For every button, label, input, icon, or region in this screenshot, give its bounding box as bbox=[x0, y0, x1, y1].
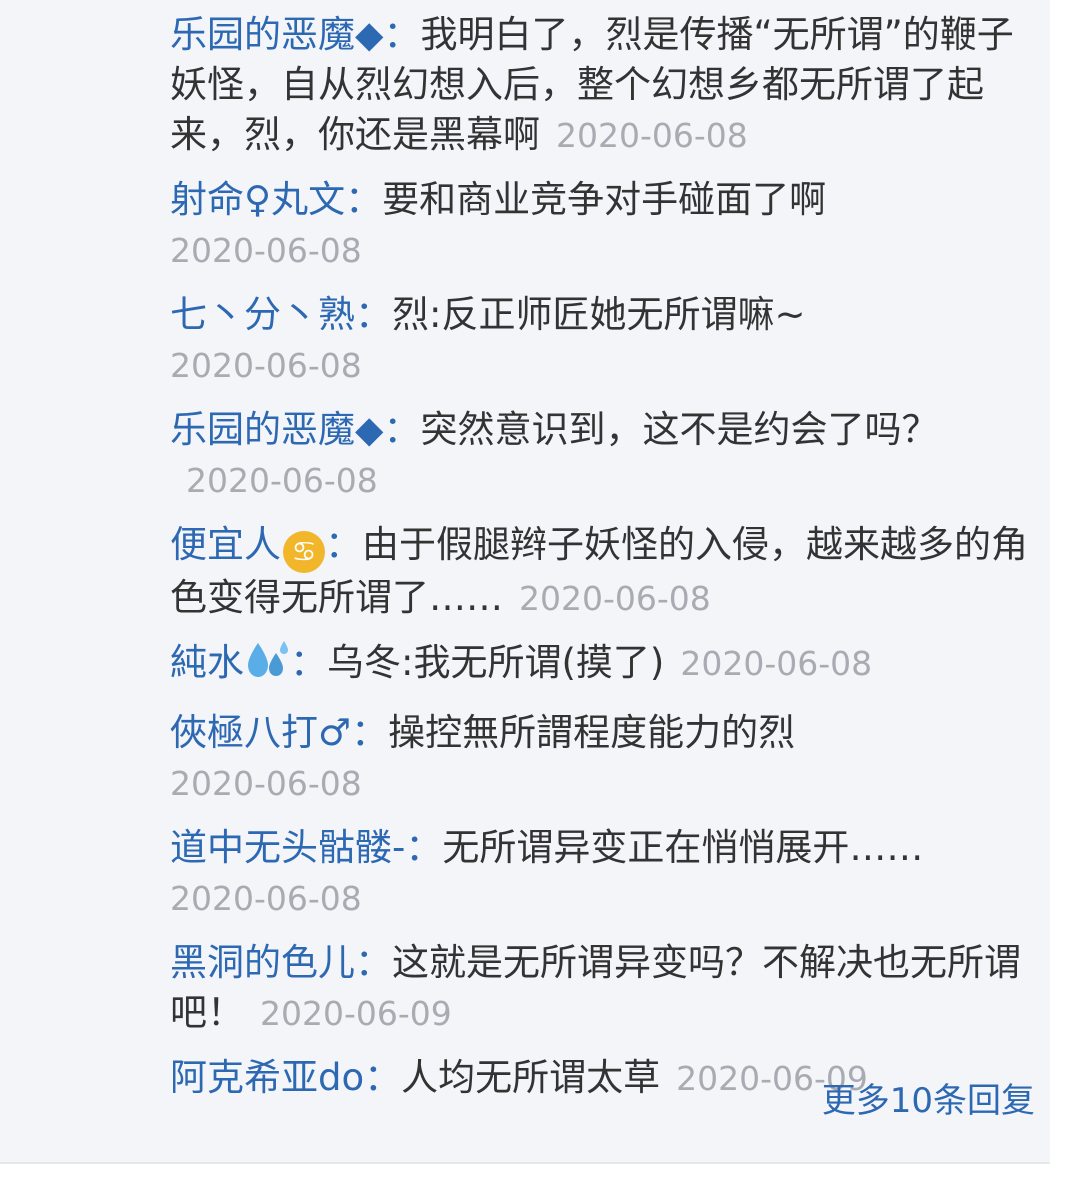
reply-date: 2020-06-08 bbox=[170, 879, 362, 918]
cancer-zodiac-icon: ♋ bbox=[283, 531, 325, 573]
reply-item[interactable]: 俠極八打♂：操控無所謂程度能力的烈 2020-06-08 bbox=[170, 708, 1042, 809]
reply-date: 2020-06-08 bbox=[680, 644, 873, 683]
reply-panel: 乐园的恶魔◆：我明白了，烈是传播“无所谓”的鞭子妖怪，自从烈幻想入后，整个幻想乡… bbox=[0, 0, 1050, 1162]
reply-text: 突然意识到，这不是约会了吗？ bbox=[420, 408, 939, 451]
reply-item[interactable]: 七丶分丶熟：烈:反正师匠她无所谓嘛~ 2020-06-08 bbox=[170, 290, 1042, 391]
reply-date: 2020-06-08 bbox=[186, 461, 378, 500]
reply-colon: ： bbox=[383, 408, 421, 451]
reply-username[interactable]: 道中无头骷髅- bbox=[170, 826, 405, 869]
reply-date: 2020-06-08 bbox=[170, 231, 362, 270]
reply-item[interactable]: 道中无头骷髅-：无所谓异变正在悄悄展开…… 2020-06-08 bbox=[170, 823, 1042, 924]
reply-item[interactable]: 便宜人 ♋ ：由于假腿辫子妖怪的入侵，越来越多的角色变得无所谓了…… 2020-06-… bbox=[170, 520, 1042, 624]
reply-date: 2020-06-08 bbox=[519, 579, 711, 618]
reply-colon: ： bbox=[351, 711, 389, 754]
reply-colon: ： bbox=[355, 293, 392, 336]
reply-text: 乌冬:我无所谓(摸了) bbox=[327, 641, 665, 684]
reply-item[interactable]: 純水 ：乌冬:我无所谓(摸了) 2020-06-08 bbox=[170, 638, 1042, 694]
reply-colon: ： bbox=[325, 523, 362, 566]
more-replies-link[interactable]: 更多10条回复 bbox=[800, 1078, 1035, 1124]
reply-username[interactable]: 射命♀丸文 bbox=[170, 178, 345, 221]
reply-colon: ： bbox=[355, 941, 392, 984]
reply-colon: ： bbox=[405, 826, 443, 869]
reply-list: 乐园的恶魔◆：我明白了，烈是传播“无所谓”的鞭子妖怪，自从烈幻想入后，整个幻想乡… bbox=[170, 10, 1042, 1118]
reply-username[interactable]: 乐园的恶魔◆ bbox=[170, 13, 383, 56]
reply-username[interactable]: 便宜人 bbox=[170, 523, 281, 566]
reply-username[interactable]: 乐园的恶魔◆ bbox=[170, 408, 383, 451]
reply-colon: ： bbox=[290, 641, 327, 684]
reply-item[interactable]: 乐园的恶魔◆：我明白了，烈是传播“无所谓”的鞭子妖怪，自从烈幻想入后，整个幻想乡… bbox=[170, 10, 1042, 161]
reply-text: 人均无所谓太草 bbox=[401, 1056, 661, 1099]
reply-item[interactable]: 乐园的恶魔◆：突然意识到，这不是约会了吗？ 2020-06-08 bbox=[170, 405, 1042, 506]
sweat-droplets-icon bbox=[244, 639, 290, 694]
reply-date: 2020-06-08 bbox=[556, 116, 748, 155]
reply-username[interactable]: 俠極八打♂ bbox=[170, 711, 351, 754]
reply-username[interactable]: 阿克希亚do bbox=[170, 1056, 364, 1099]
reply-item[interactable]: 射命♀丸文：要和商业竞争对手碰面了啊 2020-06-08 bbox=[170, 175, 1042, 276]
reply-username[interactable]: 純水 bbox=[170, 641, 244, 684]
reply-username[interactable]: 黑洞的色儿 bbox=[170, 941, 355, 984]
reply-date: 2020-06-09 bbox=[260, 994, 452, 1033]
reply-text: 操控無所謂程度能力的烈 bbox=[388, 711, 796, 754]
reply-colon: ： bbox=[345, 178, 383, 221]
reply-date: 2020-06-08 bbox=[170, 764, 362, 803]
reply-date: 2020-06-08 bbox=[170, 346, 362, 385]
divider bbox=[0, 1162, 1050, 1164]
reply-colon: ： bbox=[364, 1056, 402, 1099]
reply-item[interactable]: 黑洞的色儿：这就是无所谓异变吗？不解决也无所谓吧！ 2020-06-09 bbox=[170, 938, 1042, 1039]
reply-username[interactable]: 七丶分丶熟 bbox=[170, 293, 355, 336]
reply-colon: ： bbox=[383, 13, 421, 56]
reply-text: 烈:反正师匠她无所谓嘛~ bbox=[392, 293, 806, 336]
reply-text: 要和商业竞争对手碰面了啊 bbox=[382, 178, 827, 221]
reply-text: 无所谓异变正在悄悄展开…… bbox=[442, 826, 924, 869]
